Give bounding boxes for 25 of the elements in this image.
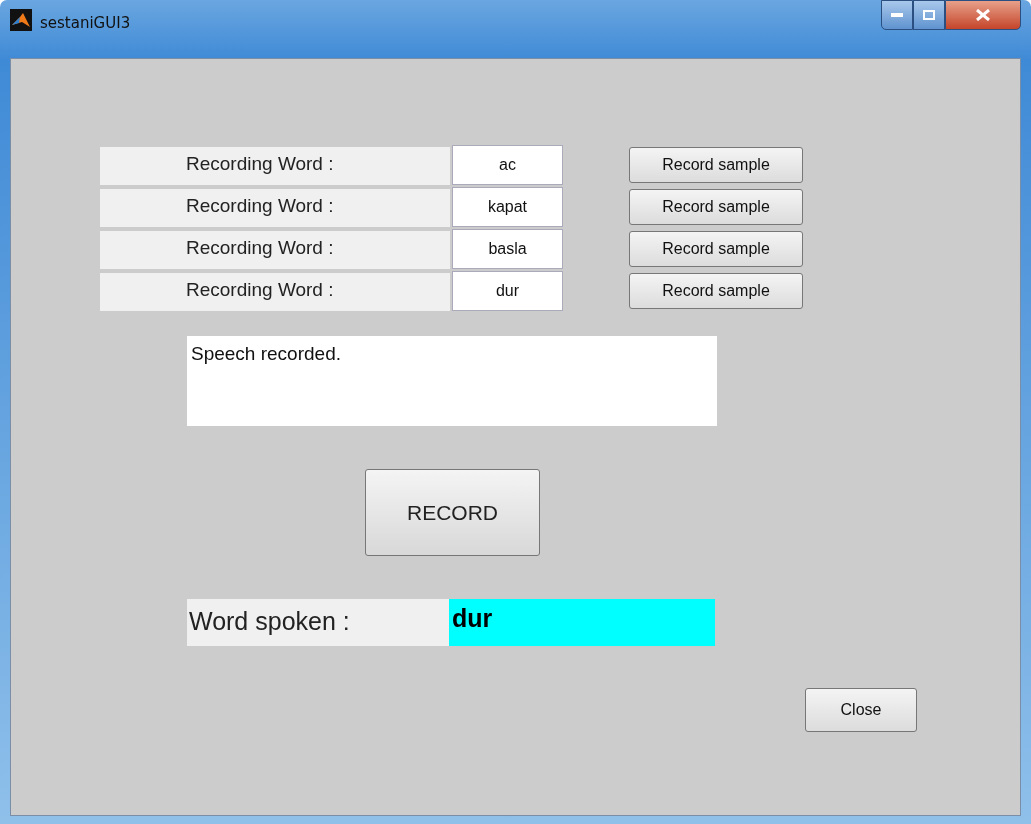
- status-text: Speech recorded.: [187, 336, 717, 426]
- close-icon: [976, 9, 990, 21]
- maximize-icon: [923, 10, 935, 20]
- word-field[interactable]: ac: [452, 145, 563, 185]
- record-sample-button[interactable]: Record sample: [629, 147, 803, 183]
- word-label: Recording Word :: [100, 273, 450, 311]
- minimize-icon: [891, 13, 903, 17]
- close-button[interactable]: Close: [805, 688, 917, 732]
- window-title: sestaniGUI3: [40, 13, 131, 34]
- maximize-button[interactable]: [913, 0, 945, 30]
- result-value: dur: [449, 599, 715, 646]
- record-button[interactable]: RECORD: [365, 469, 540, 556]
- app-icon: [10, 9, 32, 31]
- minimize-button[interactable]: [881, 0, 913, 30]
- word-label: Recording Word :: [100, 147, 450, 185]
- close-window-button[interactable]: [945, 0, 1021, 30]
- record-sample-button[interactable]: Record sample: [629, 189, 803, 225]
- result-label: Word spoken :: [187, 599, 449, 646]
- word-field[interactable]: kapat: [452, 187, 563, 227]
- word-label: Recording Word :: [100, 189, 450, 227]
- record-sample-button[interactable]: Record sample: [629, 273, 803, 309]
- word-field[interactable]: basla: [452, 229, 563, 269]
- record-sample-button[interactable]: Record sample: [629, 231, 803, 267]
- word-field[interactable]: dur: [452, 271, 563, 311]
- word-label: Recording Word :: [100, 231, 450, 269]
